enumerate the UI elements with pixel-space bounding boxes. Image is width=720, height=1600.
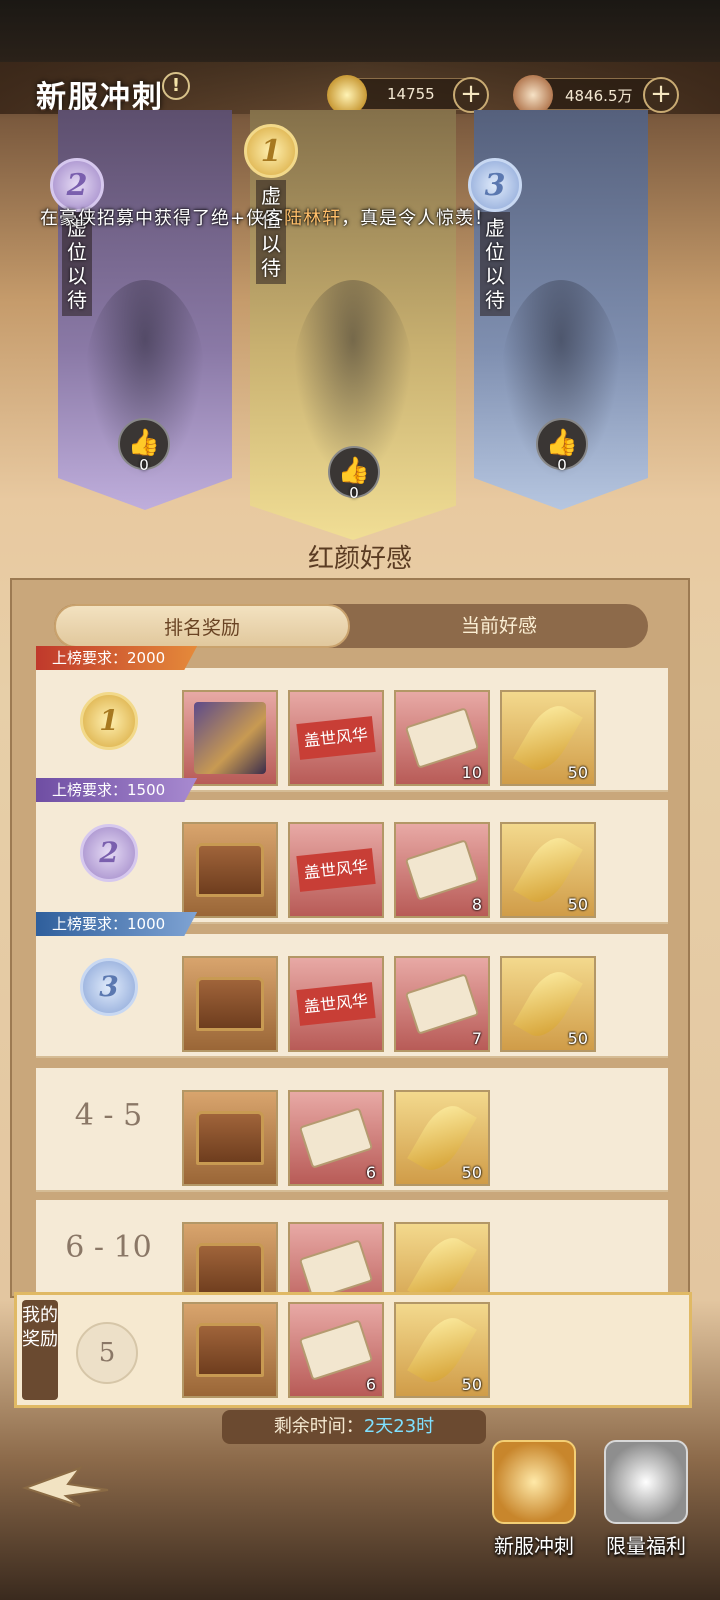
reward-item[interactable]: 盖世风华 [288,690,384,786]
reward-row: 上榜要求：2000 1 盖世风华 10 50 [36,646,668,792]
title-banner: 盖世风华 [296,982,376,1026]
coin-currency: 4846.5万 + [513,75,679,115]
timer-label: 剩余时间： [273,1416,364,1437]
reward-item[interactable]: 50 [500,822,596,918]
my-reward-label: 我的奖励 [22,1300,58,1400]
reward-item[interactable]: 盖世风华 [288,956,384,1052]
gold-amount: 14755 [387,85,435,103]
nav-label: 限量福利 [606,1534,686,1558]
row-requirement: 上榜要求：2000 [36,646,198,670]
reward-item[interactable]: 8 [394,822,490,918]
treasure-chest-icon [196,977,264,1031]
money-bag-icon [604,1440,688,1524]
reward-item[interactable]: 50 [394,1090,490,1186]
my-reward-item[interactable]: 50 [394,1302,490,1398]
tab-rank-rewards[interactable]: 排名奖励 [54,604,350,648]
treasure-chest-icon [196,843,264,897]
reward-item[interactable]: 10 [394,690,490,786]
item-count: 50 [461,1163,482,1182]
my-rank: 5 [76,1322,138,1384]
reward-item[interactable] [182,956,278,1052]
reward-item[interactable] [182,690,278,786]
reward-item[interactable] [182,822,278,918]
reward-item[interactable]: 7 [394,956,490,1052]
like-count-rank-2: 0 [139,456,149,474]
hero-portrait-icon [194,702,266,774]
item-count: 50 [567,895,588,914]
row-requirement: 上榜要求：1500 [36,778,198,802]
page-title: 新服冲刺 [36,80,164,115]
scroll-icon [404,707,480,769]
title-banner: 盖世风华 [296,716,376,760]
marquee-suffix: ，真是令人惊羡！ [341,208,494,229]
tab-current-favor[interactable]: 当前好感 [350,604,648,648]
reward-item[interactable]: 50 [500,690,596,786]
info-icon[interactable]: ! [162,72,190,100]
scroll-icon [404,839,480,901]
reward-row: 上榜要求：1000 3 盖世风华 7 50 [36,912,668,1058]
coin-icon [513,75,553,115]
treasure-chest-icon [196,1111,264,1165]
remaining-time: 剩余时间：2天23时 [222,1410,486,1444]
item-count: 7 [471,1029,482,1048]
marquee-hero: 陆林轩 [284,208,342,229]
pavilion-icon [492,1440,576,1524]
like-count-rank-3: 0 [557,456,567,474]
broadcast-marquee: 在豪侠招募中获得了绝+侠客陆林轩，真是令人惊羡！ [40,204,680,236]
reward-item[interactable] [182,1090,278,1186]
reward-item[interactable]: 盖世风华 [288,822,384,918]
title-banner: 盖世风华 [296,848,376,892]
back-arrow-icon[interactable] [20,1460,110,1510]
gold-ingot-icon [327,75,367,115]
rank-badge: 1 [80,692,138,750]
item-count: 50 [461,1375,482,1394]
section-title: 红颜好感 [307,544,412,574]
reward-row: 上榜要求：1500 2 盖世风华 8 50 [36,778,668,924]
reward-item[interactable]: 50 [500,956,596,1052]
rank-range: 4 - 5 [74,1098,143,1133]
coin-amount: 4846.5万 [565,87,633,105]
rank-1-badge: 1 [244,124,298,178]
reward-item[interactable]: 6 [288,1090,384,1186]
nav-limited-benefits[interactable]: 限量福利 [596,1440,696,1566]
add-coin-button[interactable]: + [643,77,679,113]
treasure-chest-icon [196,1323,264,1377]
item-count: 10 [461,763,482,782]
item-count: 6 [365,1375,376,1394]
rank-badge: 2 [80,824,138,882]
marquee-prefix: 在豪侠招募中获得了绝+侠客 [40,208,285,229]
row-requirement: 上榜要求：1000 [36,912,198,936]
rank-range: 6 - 10 [65,1230,152,1265]
add-gold-button[interactable]: + [453,77,489,113]
scroll-icon [298,1319,374,1381]
item-count: 50 [567,1029,588,1048]
nav-label: 新服冲刺 [494,1534,574,1558]
scroll-icon [404,973,480,1035]
gold-currency: 14755 + [327,75,489,115]
nav-newserver-sprint[interactable]: 新服冲刺 [484,1440,584,1566]
reward-row: 4 - 5 6 50 [36,1068,668,1192]
rank-badge: 3 [80,958,138,1016]
like-count-rank-1: 0 [349,484,359,502]
tab-bar: 排名奖励 当前好感 [54,604,648,648]
item-count: 50 [567,763,588,782]
my-reward-item[interactable] [182,1302,278,1398]
item-count: 6 [365,1163,376,1182]
item-count: 8 [471,895,482,914]
scroll-icon [298,1107,374,1169]
treasure-chest-icon [196,1243,264,1297]
my-reward-item[interactable]: 6 [288,1302,384,1398]
timer-value: 2天23时 [363,1416,435,1437]
